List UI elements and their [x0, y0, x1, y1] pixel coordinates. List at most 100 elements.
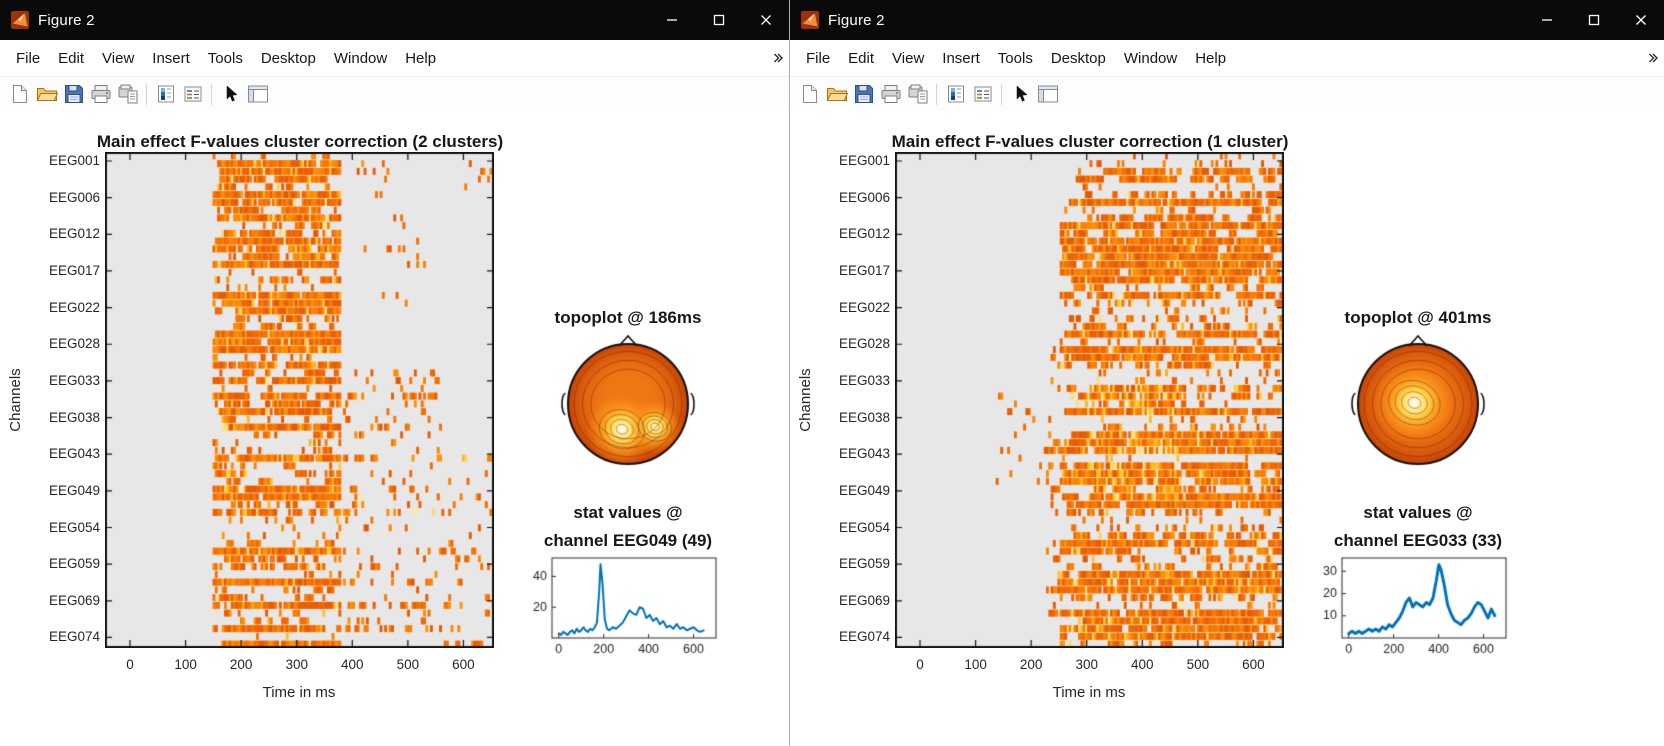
heatmap-title: Main effect F-values cluster correction … [891, 132, 1289, 151]
menu-insert[interactable]: Insert [143, 47, 199, 70]
ytick-label-EEG059: EEG059 [48, 556, 100, 572]
titlebar[interactable]: Figure 2 [790, 0, 1664, 40]
maximize-button[interactable] [1570, 0, 1617, 40]
titlebar[interactable]: Figure 2 [0, 0, 789, 40]
stat-values-plot[interactable] [1310, 550, 1522, 658]
ytick-label-EEG017: EEG017 [838, 262, 890, 278]
ytick-label-EEG012: EEG012 [838, 226, 890, 242]
toolbar-print-figure-button[interactable] [87, 81, 114, 108]
ytick-label-EEG022: EEG022 [48, 299, 100, 315]
xtick-label-400: 400 [341, 657, 364, 672]
x-axis-label: Time in ms [1052, 684, 1126, 701]
menu-file[interactable]: File [797, 47, 839, 70]
figure-window-2: Figure 2 File Edit View Insert Tools Desktop W… [789, 0, 1664, 746]
toolbar-save-figure-button[interactable] [60, 81, 87, 108]
menu-tools[interactable]: Tools [989, 47, 1042, 70]
toolbar-open-file-button[interactable] [33, 81, 60, 108]
ytick-label-EEG038: EEG038 [48, 409, 100, 425]
close-icon [760, 15, 771, 25]
x-axis-label: Time in ms [262, 684, 336, 701]
toolbar-edit-plot-button[interactable] [217, 81, 244, 108]
cursor-arrow-icon [1016, 85, 1028, 102]
stat-values-plot[interactable] [520, 550, 732, 658]
ytick-label-EEG001: EEG001 [48, 153, 100, 168]
menu-help[interactable]: Help [396, 47, 445, 70]
menu-edit[interactable]: Edit [839, 47, 883, 70]
menu-desktop[interactable]: Desktop [252, 47, 325, 70]
toolbar-show-plot-tools-button[interactable] [1034, 81, 1061, 108]
ytick-label-EEG028: EEG028 [838, 336, 890, 352]
maximize-icon [713, 14, 724, 26]
menubar: File Edit View Insert Tools Desktop Window Help [0, 40, 789, 77]
figure-canvas-area: Main effect F-values cluster correction … [790, 110, 1664, 746]
toolbar-show-plot-tools-button[interactable] [244, 81, 271, 108]
xtick-label-0: 0 [916, 657, 924, 672]
y-axis-label: Channels [797, 368, 814, 432]
stat-title-line1: stat values @ [1363, 503, 1473, 522]
toolbar-edit-plot-button[interactable] [1007, 81, 1034, 108]
menu-window[interactable]: Window [1115, 47, 1186, 70]
ytick-label-EEG074: EEG074 [838, 629, 890, 645]
close-icon [1635, 15, 1646, 25]
ytick-label-EEG033: EEG033 [838, 372, 890, 388]
menu-view[interactable]: View [883, 47, 933, 70]
xtick-label-600: 600 [452, 657, 475, 672]
toolbar-new-file-button[interactable] [6, 81, 33, 108]
close-button[interactable] [742, 0, 789, 40]
ytick-label-EEG028: EEG028 [48, 336, 100, 352]
toolbar-open-file-button[interactable] [823, 81, 850, 108]
colorbar-icon [947, 85, 964, 103]
menu-tools[interactable]: Tools [199, 47, 252, 70]
open-folder-icon [826, 88, 848, 101]
menu-file[interactable]: File [7, 47, 49, 70]
xtick-label-100: 100 [964, 657, 987, 672]
toolbar-colorbar-button[interactable] [942, 81, 969, 108]
topoplot[interactable] [1343, 326, 1493, 476]
topoplot[interactable] [553, 326, 703, 476]
figure-toolbar [0, 77, 789, 112]
window-title: Figure 2 [828, 11, 885, 29]
minimize-icon [666, 19, 677, 21]
legend-icon [184, 86, 201, 102]
figure-canvas-area: Main effect F-values cluster correction … [0, 110, 789, 746]
heatmap-plot[interactable] [895, 152, 1284, 648]
print-icon [91, 85, 110, 103]
menu-window[interactable]: Window [325, 47, 396, 70]
toolbar-print-figure-button[interactable] [877, 81, 904, 108]
plot-tools-icon [247, 85, 268, 103]
matlab-logo-icon [801, 11, 819, 29]
toolbar-insert-legend-button[interactable] [179, 81, 206, 108]
minimize-button[interactable] [1523, 0, 1570, 40]
toolbar-insert-legend-button[interactable] [969, 81, 996, 108]
toolbar-separator [1001, 83, 1002, 105]
ytick-label-EEG049: EEG049 [48, 482, 100, 498]
menu-edit[interactable]: Edit [49, 47, 93, 70]
new-file-icon [802, 85, 817, 103]
menu-view[interactable]: View [93, 47, 143, 70]
toolbar-save-figure-button[interactable] [850, 81, 877, 108]
toolbar-new-file-button[interactable] [796, 81, 823, 108]
menu-insert[interactable]: Insert [933, 47, 989, 70]
toolbar-print-preview-button[interactable] [904, 81, 931, 108]
xtick-label-600: 600 [1242, 657, 1265, 672]
xtick-label-500: 500 [396, 657, 420, 672]
ytick-label-EEG043: EEG043 [838, 446, 890, 462]
toolbar-colorbar-button[interactable] [152, 81, 179, 108]
y-axis-label: Channels [7, 368, 24, 432]
maximize-button[interactable] [695, 0, 742, 40]
menubar-overflow-icon[interactable] [1648, 53, 1658, 63]
menu-desktop[interactable]: Desktop [1042, 47, 1115, 70]
heatmap-plot[interactable] [105, 152, 494, 648]
heatmap-title: Main effect F-values cluster correction … [96, 132, 504, 151]
minimize-button[interactable] [648, 0, 695, 40]
close-button[interactable] [1617, 0, 1664, 40]
ytick-label-EEG038: EEG038 [838, 409, 890, 425]
maximize-icon [1588, 14, 1599, 26]
ytick-label-EEG017: EEG017 [48, 262, 100, 278]
xtick-label-500: 500 [1186, 657, 1210, 672]
menubar: File Edit View Insert Tools Desktop Window Help [790, 40, 1664, 77]
toolbar-print-preview-button[interactable] [114, 81, 141, 108]
menubar-overflow-icon[interactable] [773, 53, 783, 63]
ytick-label-EEG074: EEG074 [48, 629, 100, 645]
menu-help[interactable]: Help [1186, 47, 1235, 70]
